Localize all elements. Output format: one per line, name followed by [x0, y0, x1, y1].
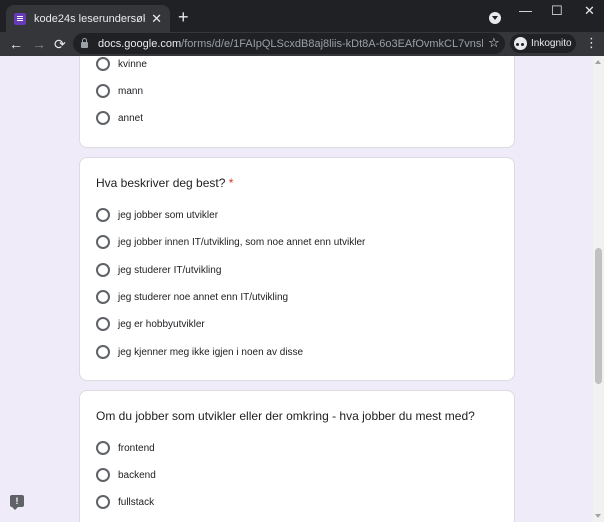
- tab-strip: kode24s leserundersøkelse 2021 ✕ + — ☐ ✕: [0, 0, 604, 32]
- page-scrollbar[interactable]: [593, 56, 604, 522]
- option-label: kvinne: [118, 58, 147, 70]
- radio-button[interactable]: [96, 495, 110, 509]
- option-label: jeg er hobbyutvikler: [118, 318, 205, 330]
- scrollbar-thumb[interactable]: [595, 248, 602, 384]
- option-row[interactable]: jeg er hobbyutvikler: [96, 316, 205, 332]
- radio-button[interactable]: [96, 208, 110, 222]
- option-row[interactable]: frontend: [96, 440, 155, 456]
- option-label: jeg studerer IT/utvikling: [118, 264, 222, 276]
- back-button[interactable]: ←: [9, 35, 23, 53]
- google-forms-icon: [14, 12, 26, 25]
- new-tab-button[interactable]: +: [178, 8, 189, 26]
- option-label: annet: [118, 112, 144, 124]
- browser-menu-icon[interactable]: ⋮: [585, 36, 598, 50]
- lock-icon: [81, 38, 88, 48]
- forward-button[interactable]: →: [32, 35, 46, 53]
- close-tab-icon[interactable]: ✕: [151, 12, 162, 25]
- option-label: jeg jobber som utvikler: [118, 209, 219, 221]
- close-window-button[interactable]: ✕: [584, 3, 595, 19]
- radio-button[interactable]: [96, 441, 110, 455]
- option-row[interactable]: mann: [96, 83, 143, 99]
- incognito-icon: [514, 37, 527, 50]
- option-label: jeg studerer noe annet enn IT/utvikling: [118, 291, 289, 303]
- minimize-button[interactable]: —: [519, 3, 532, 18]
- browser-toolbar: ← → ⟳ docs.google.com/forms/d/e/1FAIpQLS…: [0, 32, 604, 56]
- browser-tab[interactable]: kode24s leserundersøkelse 2021 ✕: [6, 5, 170, 32]
- option-row[interactable]: jeg studerer noe annet enn IT/utvikling: [96, 289, 288, 305]
- option-row[interactable]: jeg kjenner meg ikke igjen i noen av dis…: [96, 344, 303, 360]
- incognito-label: Inkognito: [531, 38, 572, 49]
- maximize-button[interactable]: ☐: [551, 3, 563, 19]
- option-row[interactable]: jeg jobber som utvikler: [96, 207, 218, 223]
- report-feedback-icon[interactable]: !: [10, 495, 24, 510]
- question-card-gender: kvinne mann annet: [79, 56, 515, 148]
- question-title: Om du jobber som utvikler eller der omkr…: [96, 409, 475, 423]
- radio-button[interactable]: [96, 111, 110, 125]
- scroll-up-arrow-icon[interactable]: [595, 60, 601, 64]
- form-page: kvinne mann annet Hva beskriver deg best…: [0, 56, 604, 522]
- option-label: jeg jobber innen IT/utvikling, som noe a…: [118, 236, 366, 248]
- reload-button[interactable]: ⟳: [54, 35, 66, 53]
- option-row[interactable]: jeg studerer IT/utvikling: [96, 262, 221, 278]
- radio-button[interactable]: [96, 290, 110, 304]
- option-row[interactable]: annet: [96, 110, 143, 126]
- question-title: Hva beskriver deg best? *: [96, 176, 234, 190]
- option-label: jeg kjenner meg ikke igjen i noen av dis…: [118, 346, 304, 358]
- radio-button[interactable]: [96, 263, 110, 277]
- url-text: docs.google.com/forms/d/e/1FAIpQLScxdB8a…: [98, 37, 483, 50]
- option-row[interactable]: fullstack: [96, 494, 154, 510]
- radio-button[interactable]: [96, 345, 110, 359]
- scroll-down-arrow-icon[interactable]: [595, 514, 601, 518]
- option-label: fullstack: [118, 496, 155, 508]
- option-label: frontend: [118, 442, 155, 454]
- address-bar[interactable]: docs.google.com/forms/d/e/1FAIpQLScxdB8a…: [73, 33, 505, 54]
- radio-button[interactable]: [96, 317, 110, 331]
- radio-button[interactable]: [96, 235, 110, 249]
- option-label: backend: [118, 469, 156, 481]
- option-row[interactable]: backend: [96, 467, 156, 483]
- option-row[interactable]: kvinne: [96, 56, 147, 72]
- incognito-badge[interactable]: Inkognito: [510, 34, 576, 53]
- question-card-dev-area: Om du jobber som utvikler eller der omkr…: [79, 390, 515, 522]
- radio-button[interactable]: [96, 468, 110, 482]
- question-card-role: Hva beskriver deg best? * jeg jobber som…: [79, 157, 515, 381]
- bookmark-star-icon[interactable]: ☆: [488, 36, 500, 49]
- tab-title: kode24s leserundersøkelse 2021: [34, 12, 145, 25]
- required-marker: *: [228, 176, 234, 190]
- radio-button[interactable]: [96, 57, 110, 71]
- radio-button[interactable]: [96, 84, 110, 98]
- option-row[interactable]: jeg jobber innen IT/utvikling, som noe a…: [96, 234, 365, 250]
- tab-search-icon[interactable]: [489, 12, 501, 24]
- option-label: mann: [118, 85, 144, 97]
